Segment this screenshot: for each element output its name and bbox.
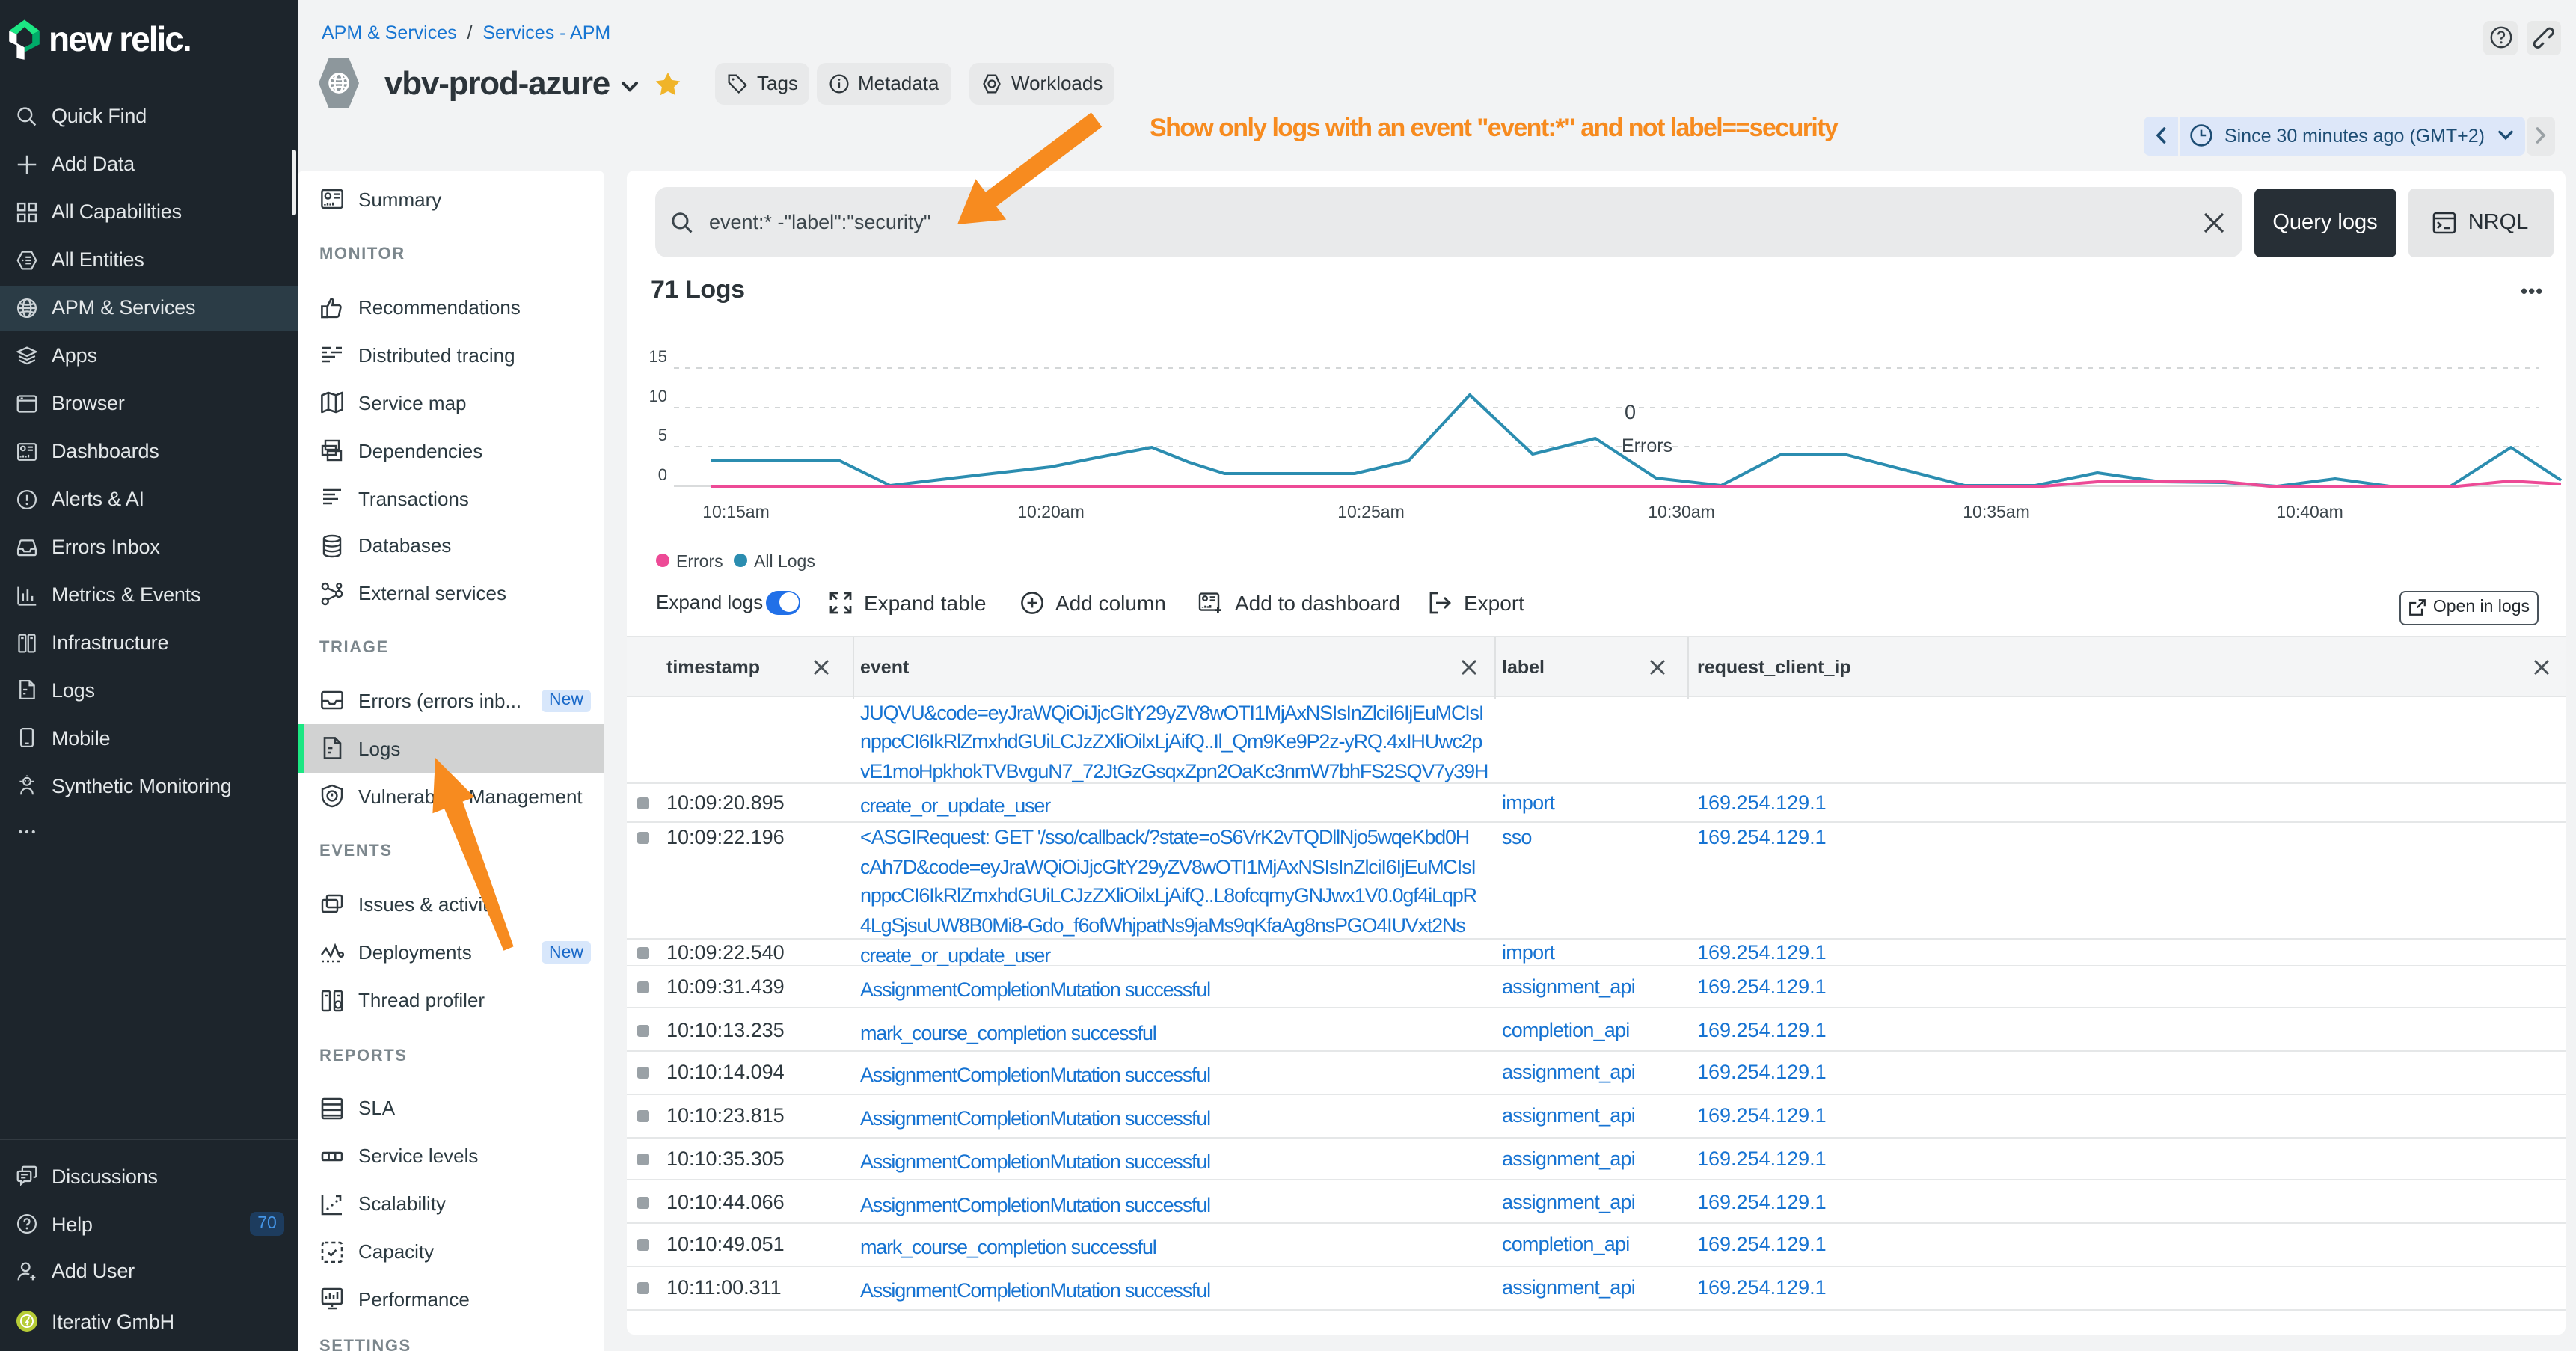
- svg-text:10: 10: [649, 387, 667, 405]
- svg-text:0: 0: [1625, 401, 1636, 423]
- svg-text:10:35am: 10:35am: [1963, 502, 2030, 521]
- svg-text:0: 0: [658, 465, 667, 484]
- svg-text:10:15am: 10:15am: [702, 502, 770, 521]
- svg-text:Errors: Errors: [676, 551, 723, 571]
- svg-text:Errors: Errors: [1622, 435, 1672, 456]
- svg-text:10:30am: 10:30am: [1648, 502, 1715, 521]
- svg-text:10:25am: 10:25am: [1337, 502, 1405, 521]
- svg-text:All Logs: All Logs: [754, 551, 815, 571]
- svg-text:5: 5: [658, 426, 667, 444]
- svg-text:15: 15: [649, 347, 667, 366]
- svg-text:10:40am: 10:40am: [2276, 502, 2343, 521]
- svg-text:10:20am: 10:20am: [1017, 502, 1085, 521]
